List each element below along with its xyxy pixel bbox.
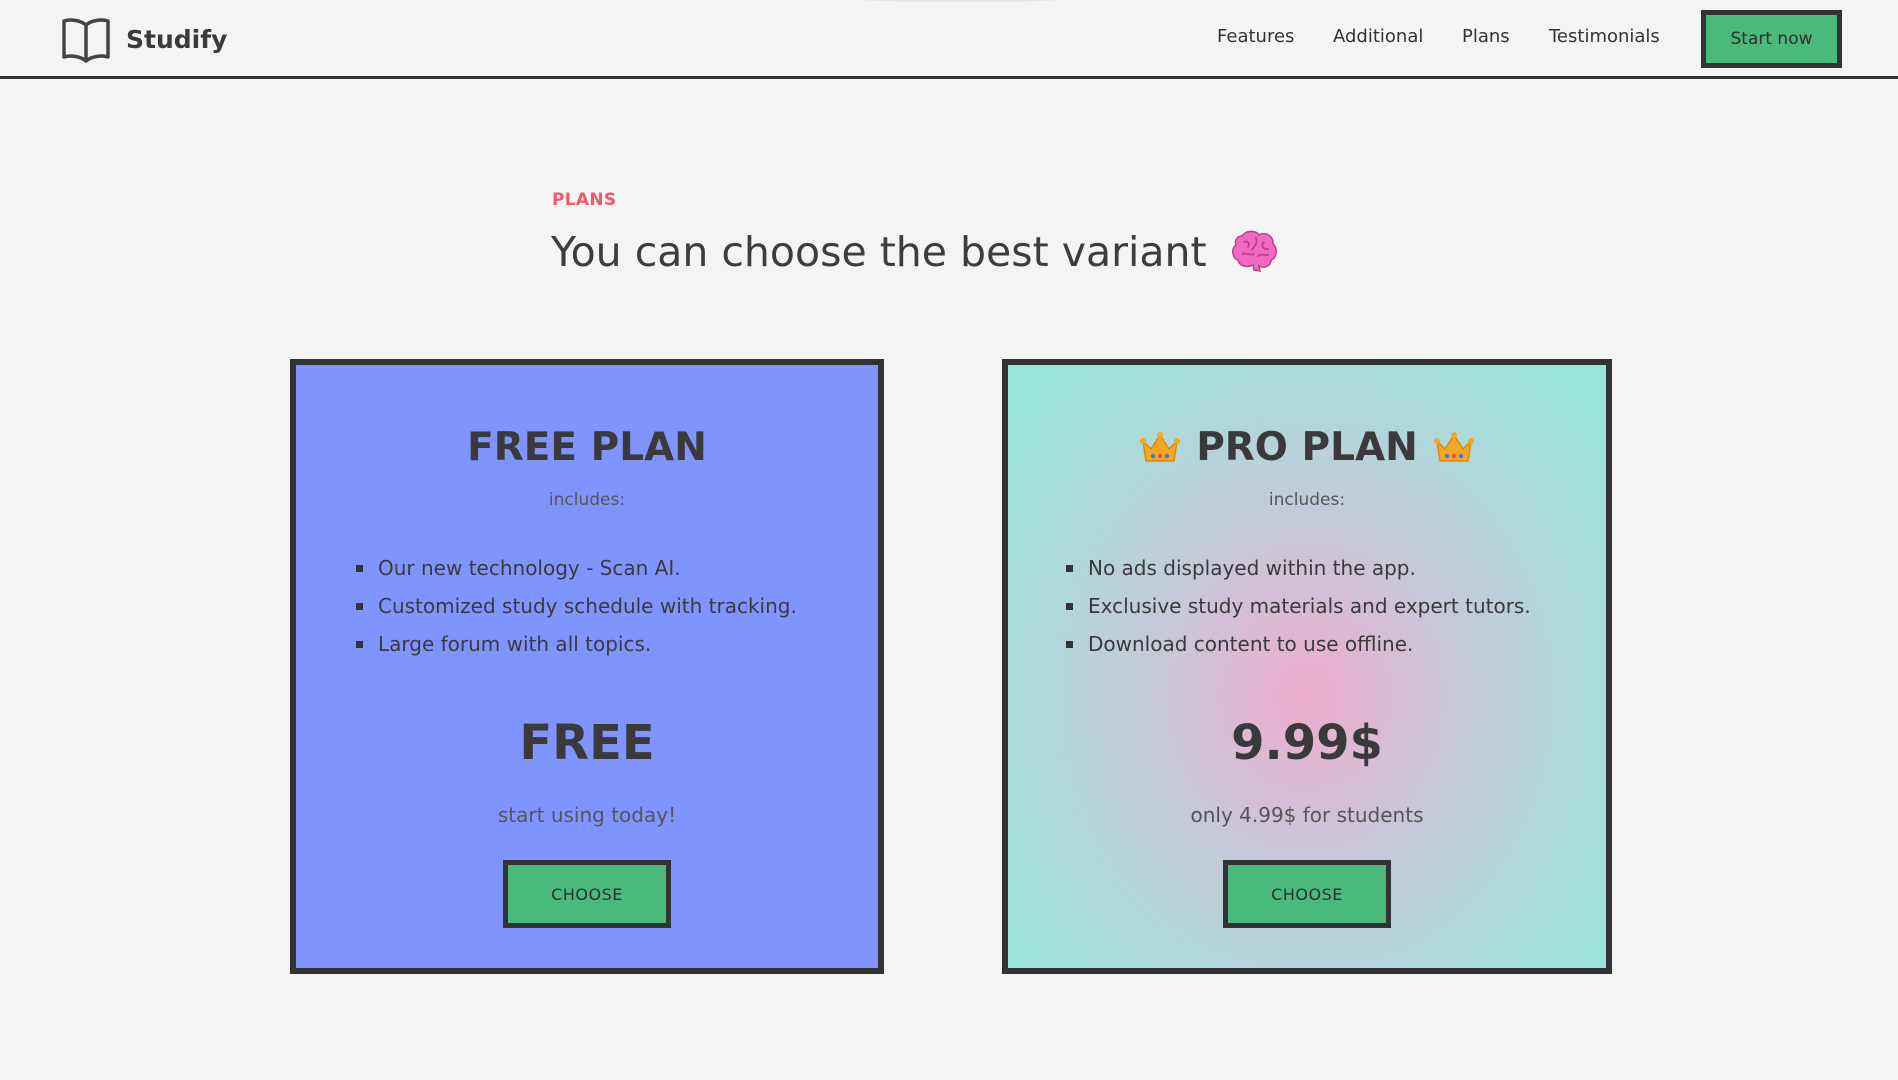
nav-link-plans[interactable]: Plans — [1462, 26, 1510, 47]
site-header: Studify Features Additional Plans Testim… — [0, 0, 1898, 79]
feature-list: No ads displayed within the app. Exclusi… — [1066, 555, 1531, 669]
plan-name-text: FREE PLAN — [467, 425, 707, 470]
plan-price: FREE — [519, 715, 655, 771]
plan-name: PRO PLAN — [1008, 425, 1606, 470]
nav-link-additional[interactable]: Additional — [1333, 26, 1423, 47]
crown-icon — [1433, 431, 1474, 462]
brain-icon — [1231, 230, 1277, 272]
main-nav: Features Additional Plans Testimonials — [0, 26, 1898, 54]
feature-item: Download content to use offline. — [1066, 631, 1531, 669]
nav-link-testimonials[interactable]: Testimonials — [1549, 26, 1660, 47]
section-title: You can choose the best variant — [551, 228, 1278, 276]
includes-label: includes: — [548, 490, 626, 510]
feature-item: Our new technology - Scan AI. — [356, 555, 797, 593]
feature-item: Exclusive study materials and expert tut… — [1066, 593, 1531, 631]
pro-plan-card: PRO PLAN includes: No ads displayed with… — [1002, 359, 1612, 974]
nav-link-features[interactable]: Features — [1217, 26, 1294, 47]
section-eyebrow: PLANS — [552, 190, 617, 210]
choose-pro-button[interactable]: CHOOSE — [1223, 860, 1391, 928]
includes-label: includes: — [1268, 490, 1346, 510]
start-now-button[interactable]: Start now — [1701, 10, 1842, 68]
price-note: only 4.99$ for students — [1190, 803, 1424, 827]
section-title-text: You can choose the best variant — [551, 228, 1207, 276]
header-shadow — [845, 0, 1075, 2]
plan-name: FREE PLAN — [296, 425, 878, 470]
plan-name-text: PRO PLAN — [1196, 425, 1418, 470]
feature-item: Large forum with all topics. — [356, 631, 797, 669]
feature-item: No ads displayed within the app. — [1066, 555, 1531, 593]
free-plan-card: FREE PLAN includes: Our new technology -… — [290, 359, 884, 974]
feature-list: Our new technology - Scan AI. Customized… — [356, 555, 797, 669]
plan-price: 9.99$ — [1231, 715, 1383, 771]
choose-free-button[interactable]: CHOOSE — [503, 860, 671, 928]
feature-item: Customized study schedule with tracking. — [356, 593, 797, 631]
price-note: start using today! — [497, 803, 677, 827]
crown-icon — [1140, 431, 1181, 462]
